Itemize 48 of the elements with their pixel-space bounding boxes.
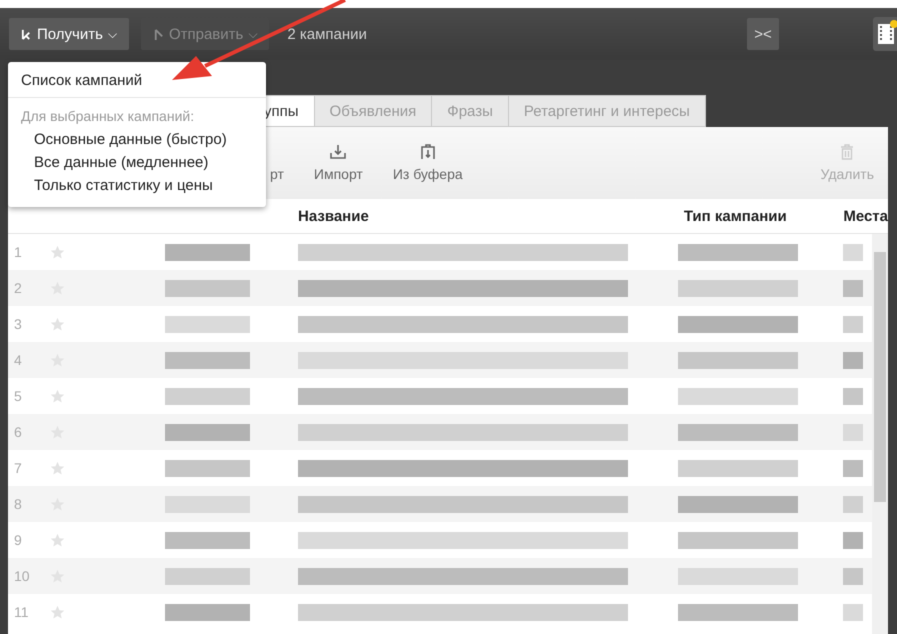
pixelated-cell: [843, 460, 863, 476]
menu-item[interactable]: Основные данные (быстро): [8, 128, 266, 151]
row-number: 7: [13, 460, 23, 476]
column-header[interactable]: Места: [843, 208, 888, 224]
pixelated-cell: [843, 388, 863, 404]
document-icon: [873, 17, 897, 51]
row-number: 8: [13, 496, 23, 512]
row-number: 9: [13, 532, 23, 548]
pixelated-cell: [843, 424, 863, 440]
get-button[interactable]: Получить ⌵: [9, 18, 129, 50]
star-icon[interactable]: [50, 604, 65, 620]
import-button[interactable]: Импорт: [314, 144, 363, 182]
row-number: 5: [13, 388, 23, 404]
pixelated-cell: [843, 352, 863, 368]
row-number: 1: [13, 244, 23, 260]
column-header[interactable]: Название: [298, 208, 684, 224]
selection-count: 2 кампании: [287, 26, 367, 42]
row-number: 2: [13, 280, 23, 296]
pixelated-cell: [843, 604, 863, 620]
star-icon[interactable]: [50, 388, 65, 404]
paste-button[interactable]: Из буфера: [392, 144, 463, 182]
scrollbar[interactable]: [872, 234, 888, 634]
column-header[interactable]: Тип кампании: [684, 208, 844, 224]
star-icon[interactable]: [50, 460, 65, 476]
download-arrow-icon: [21, 28, 32, 40]
row-number: 4: [13, 352, 23, 368]
row-number: 10: [13, 568, 31, 584]
collapse-button[interactable]: ><: [747, 18, 779, 50]
export-button[interactable]: рт: [270, 144, 284, 182]
star-icon[interactable]: [50, 532, 65, 548]
row-number: 6: [13, 424, 23, 440]
menu-item[interactable]: Только статистику и цены: [8, 174, 266, 197]
pixelated-cell: [843, 280, 863, 296]
pixelated-cell: [843, 244, 863, 260]
row-number: 3: [13, 316, 23, 332]
menu-item[interactable]: Все данные (медленнее): [8, 151, 266, 174]
menu-section-header: Для выбранных кампаний:: [20, 107, 196, 126]
pixelated-cell: [843, 496, 863, 512]
import-icon: [330, 144, 346, 160]
row-number: 11: [13, 604, 30, 620]
pixelated-cell: [843, 532, 863, 548]
star-icon[interactable]: [50, 316, 65, 332]
upload-arrow-icon: [152, 28, 164, 40]
pixelated-cell: [843, 568, 863, 584]
trash-icon: [839, 144, 856, 160]
star-icon[interactable]: [50, 244, 65, 260]
pixelated-cell: [843, 316, 863, 332]
clipboard-icon: [420, 144, 436, 160]
